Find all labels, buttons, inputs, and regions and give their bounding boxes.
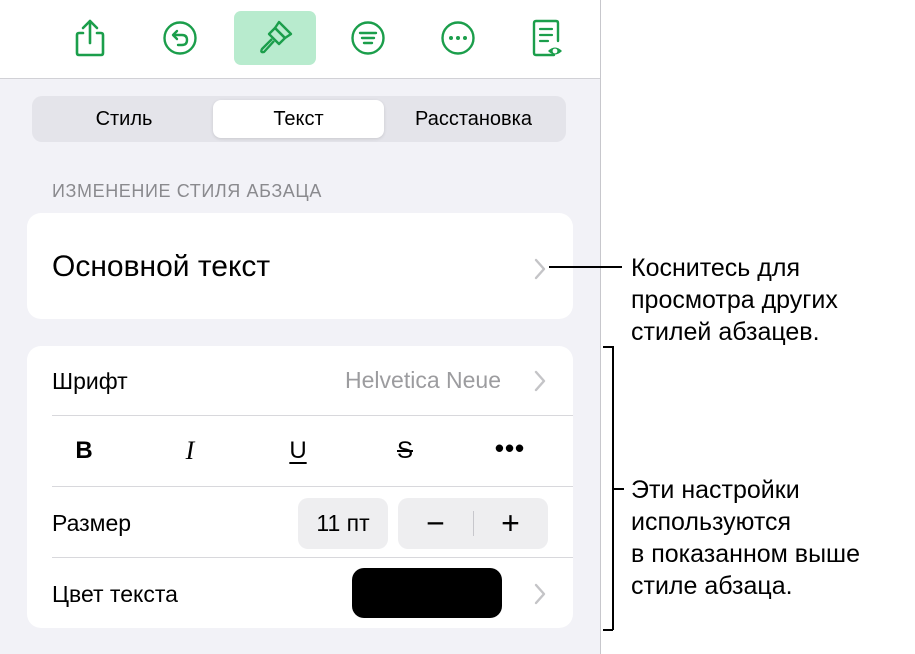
document-view-button[interactable] bbox=[520, 11, 576, 65]
callout-line-text: Коснитесь для bbox=[631, 254, 800, 282]
font-value[interactable]: Helvetica Neue bbox=[345, 367, 501, 394]
chevron-right-icon bbox=[534, 258, 546, 280]
format-button[interactable] bbox=[234, 11, 316, 65]
bracket-bottom bbox=[603, 629, 613, 631]
font-label: Шрифт bbox=[52, 368, 128, 394]
underline-button[interactable]: U bbox=[281, 437, 315, 465]
toolbar bbox=[0, 0, 600, 79]
tab-text[interactable]: Текст bbox=[213, 100, 384, 138]
bracket-pointer bbox=[612, 488, 624, 490]
strikethrough-button[interactable]: S bbox=[388, 437, 422, 465]
callout-line-text: Эти настройки bbox=[631, 476, 800, 504]
divider bbox=[52, 557, 573, 558]
share-icon bbox=[75, 19, 105, 57]
paragraph-style-section-title: ИЗМЕНЕНИЕ СТИЛЯ АБЗАЦА bbox=[52, 181, 322, 201]
callout-line-paragraph bbox=[549, 266, 622, 268]
font-size-stepper: − + bbox=[398, 498, 548, 549]
callout-line-text: в показанном выше bbox=[631, 540, 861, 568]
text-color-label: Цвет текста bbox=[52, 581, 178, 607]
paragraph-style-name: Основной текст bbox=[52, 250, 271, 283]
callout-settings-note: Эти настройки используются в показанном … bbox=[631, 474, 860, 602]
tab-segmented-control: Стиль Текст Расстановка bbox=[32, 96, 566, 142]
callout-line-text: стиле абзаца. bbox=[631, 572, 793, 600]
increase-size-button[interactable]: + bbox=[473, 498, 548, 549]
list-button[interactable] bbox=[340, 11, 396, 65]
more-text-options-button[interactable]: ••• bbox=[493, 433, 527, 463]
paragraph-style-row[interactable]: Основной текст bbox=[27, 213, 573, 319]
divider bbox=[52, 486, 573, 487]
font-size-value[interactable]: 11 пт bbox=[298, 498, 388, 549]
callout-line-text: просмотра других bbox=[631, 286, 838, 314]
tab-arrangement[interactable]: Расстановка bbox=[385, 100, 562, 138]
color-chevron-icon[interactable] bbox=[533, 582, 547, 606]
document-view-icon bbox=[532, 19, 562, 57]
format-brush-icon bbox=[260, 20, 293, 54]
divider bbox=[52, 415, 573, 416]
decrease-size-button[interactable]: − bbox=[398, 498, 473, 549]
size-label: Размер bbox=[52, 510, 132, 536]
list-icon bbox=[351, 21, 385, 55]
callout-line-text: стилей абзацев. bbox=[631, 318, 820, 346]
callout-paragraph-styles: Коснитесь для просмотра других стилей аб… bbox=[631, 252, 838, 348]
tab-style[interactable]: Стиль bbox=[36, 100, 212, 138]
callout-line-text: используются bbox=[631, 508, 792, 536]
more-button[interactable] bbox=[430, 11, 486, 65]
share-button[interactable] bbox=[62, 11, 118, 65]
text-color-swatch[interactable] bbox=[352, 568, 502, 618]
text-options-card: Шрифт Helvetica Neue B I U S ••• Размер … bbox=[27, 346, 573, 628]
format-panel: Стиль Текст Расстановка ИЗМЕНЕНИЕ СТИЛЯ … bbox=[0, 0, 601, 654]
undo-icon bbox=[163, 21, 197, 55]
font-chevron-icon[interactable] bbox=[533, 369, 547, 393]
undo-button[interactable] bbox=[152, 11, 208, 65]
italic-button[interactable]: I bbox=[173, 436, 207, 465]
more-icon bbox=[441, 21, 475, 55]
bold-button[interactable]: B bbox=[67, 437, 101, 465]
